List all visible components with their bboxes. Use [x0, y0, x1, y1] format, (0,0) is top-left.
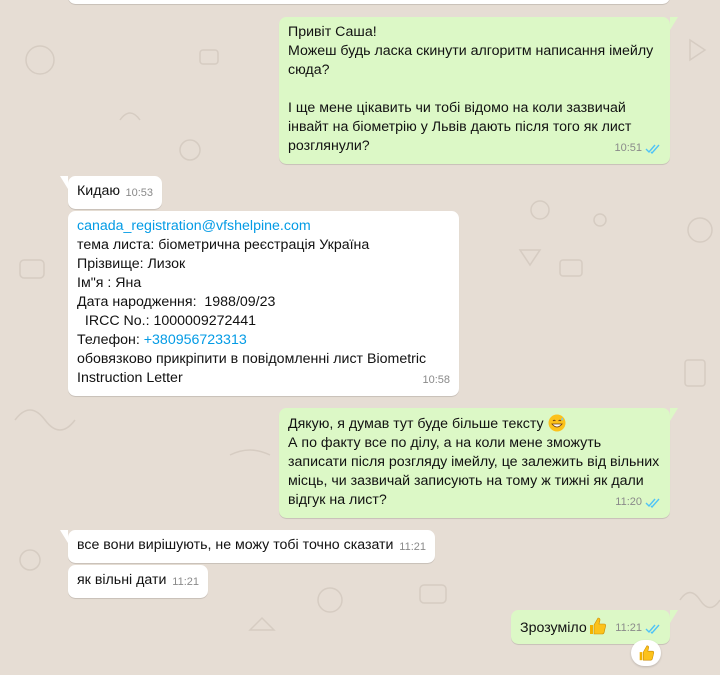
- message-bubble-incoming[interactable]: Кидаю 10:53: [60, 176, 162, 209]
- message-meta: 10:53: [125, 184, 153, 203]
- thumbs-up-emoji-icon: [589, 617, 606, 635]
- message-time: 11:21: [399, 541, 426, 553]
- message-meta: 11:21: [615, 619, 661, 638]
- message-bubble-outgoing[interactable]: Привіт Саша! Можеш будь ласка скинути ал…: [279, 17, 678, 164]
- message-time: 11:21: [615, 622, 642, 634]
- message-bubble-outgoing[interactable]: Дякую, я думав тут буде більше тексту А …: [279, 408, 678, 518]
- message-text: все вони вирішують, не можу тобі точно с…: [77, 537, 394, 553]
- message-bubble-outgoing[interactable]: Зрозуміло 11:21: [511, 610, 678, 644]
- message-bubble-partial[interactable]: [68, 0, 670, 4]
- message-text: canada_registration@vfshelpine.com тема …: [77, 218, 431, 386]
- message-meta: 10:58: [422, 371, 450, 390]
- message-bubble-incoming[interactable]: все вони вирішують, не можу тобі точно с…: [60, 530, 435, 563]
- chat-panel[interactable]: Привіт Саша! Можеш будь ласка скинути ал…: [0, 0, 720, 675]
- message-time: 10:58: [422, 374, 450, 386]
- double-check-read-icon: [645, 498, 660, 508]
- message-text: Привіт Саша! Можеш будь ласка скинути ал…: [288, 24, 658, 154]
- message-bubble-incoming[interactable]: canada_registration@vfshelpine.com тема …: [68, 211, 459, 396]
- message-meta: 11:21: [399, 538, 426, 557]
- message-meta: 11:20: [615, 493, 661, 512]
- message-bubble-incoming[interactable]: як вільні дати 11:21: [68, 565, 208, 598]
- message-meta: 11:21: [172, 573, 199, 592]
- message-meta: 10:51: [614, 139, 661, 158]
- double-check-read-icon: [645, 144, 660, 154]
- thumbs-up-emoji-icon: [639, 645, 655, 661]
- message-time: 10:53: [125, 187, 153, 199]
- message-reaction[interactable]: [631, 640, 661, 666]
- email-link[interactable]: canada_registration@vfshelpine.com: [77, 218, 311, 234]
- message-text: Дякую, я думав тут буде більше тексту А …: [288, 414, 664, 508]
- phone-link[interactable]: +380956723313: [144, 332, 247, 348]
- grinning-sweat-emoji-icon: [548, 414, 566, 432]
- message-time: 10:51: [614, 142, 642, 154]
- double-check-read-icon: [645, 624, 660, 634]
- message-time: 11:21: [172, 576, 199, 588]
- message-time: 11:20: [615, 496, 642, 508]
